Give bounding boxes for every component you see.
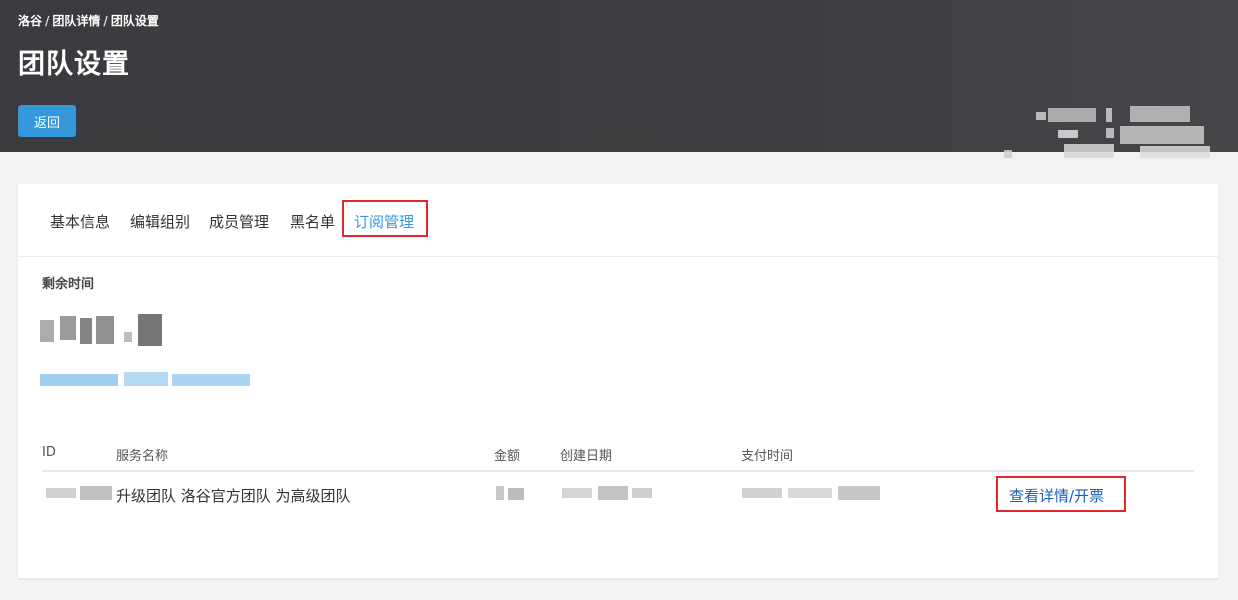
th-created-date: 创建日期 <box>560 449 613 464</box>
tab-basic-info[interactable]: 基本信息 <box>50 211 110 232</box>
th-amount: 金额 <box>494 449 521 464</box>
action-highlight-box <box>996 476 1126 512</box>
redacted-id <box>46 484 112 502</box>
breadcrumb-item-home[interactable]: 洛谷 <box>18 14 42 28</box>
breadcrumb-item-current: 团队设置 <box>110 14 159 28</box>
redacted-user-info <box>1000 100 1215 158</box>
redacted-amount <box>496 484 526 502</box>
tab-bar: 基本信息 编辑组别 成员管理 黑名单 订阅管理 <box>18 184 1218 257</box>
page-header: 洛谷 / 团队详情 / 团队设置 团队设置 返回 <box>0 0 1238 158</box>
redacted-created-date <box>562 484 654 502</box>
tab-member-management[interactable]: 成员管理 <box>209 211 269 232</box>
redacted-remaining-time <box>40 314 164 350</box>
back-button[interactable]: 返回 <box>18 105 76 137</box>
tab-edit-groups[interactable]: 编辑组别 <box>130 211 190 232</box>
breadcrumb-separator: / <box>103 14 108 28</box>
th-id: ID <box>42 445 56 460</box>
breadcrumb-item-team-detail[interactable]: 团队详情 <box>52 14 100 28</box>
page-title: 团队设置 <box>18 49 130 80</box>
redacted-link <box>40 370 250 390</box>
tab-blacklist[interactable]: 黑名单 <box>290 211 335 232</box>
tab-highlight-box <box>342 200 428 237</box>
th-service-name: 服务名称 <box>116 449 169 464</box>
th-paid-time: 支付时间 <box>741 449 794 464</box>
cell-service-name: 升级团队 洛谷官方团队 为高级团队 <box>116 487 351 505</box>
breadcrumb: 洛谷 / 团队详情 / 团队设置 <box>18 12 159 29</box>
table-header: ID 服务名称 金额 创建日期 支付时间 <box>42 436 1194 472</box>
redacted-paid-time <box>742 484 882 502</box>
table-row: 升级团队 洛谷官方团队 为高级团队 查看详情/开票 <box>42 472 1194 516</box>
remaining-time-label: 剩余时间 <box>42 277 95 292</box>
settings-card: 基本信息 编辑组别 成员管理 黑名单 订阅管理 剩余时间 ID 服务名称 金额 … <box>18 184 1218 578</box>
breadcrumb-separator: / <box>45 14 50 28</box>
